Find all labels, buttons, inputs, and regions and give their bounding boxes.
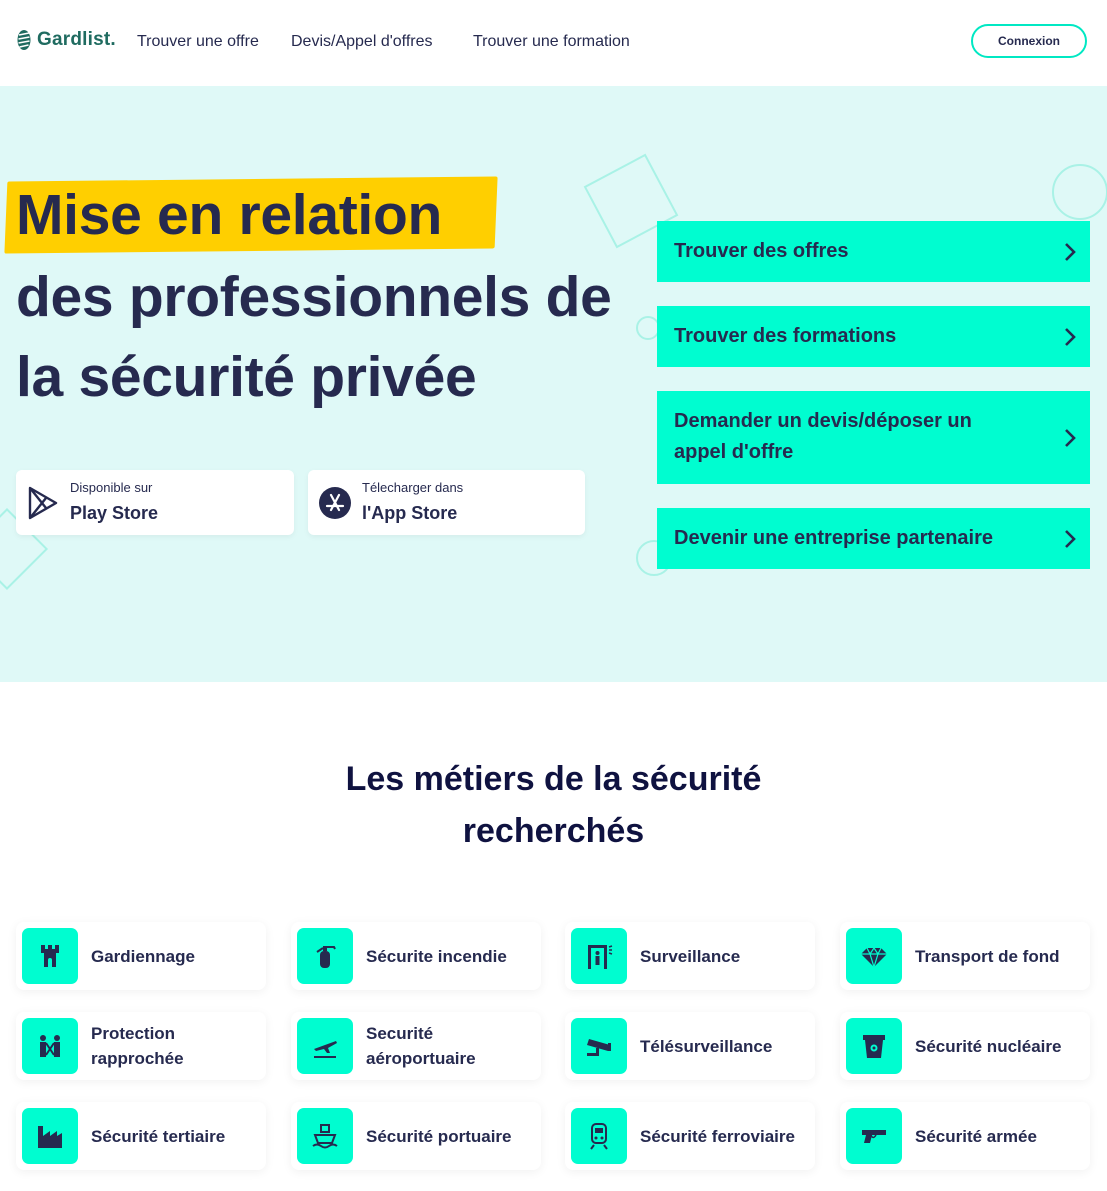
job-icon-box [571, 928, 627, 984]
job-label: Securité aéroportuaire [366, 1024, 476, 1068]
job-label: Sécurité portuaire [366, 1126, 512, 1146]
job-label: Sécurité tertiaire [91, 1126, 226, 1146]
job-label: Gardiennage [91, 946, 195, 966]
job-card-telesurveillance[interactable]: Télésurveillance [565, 1012, 815, 1080]
job-icon-box [22, 1108, 78, 1164]
pistol-icon [862, 1130, 886, 1143]
app-store-icon [319, 487, 351, 519]
train-icon [590, 1123, 608, 1150]
site-header: Gardlist. Trouver une offre Devis/Appel … [0, 0, 1107, 86]
section-title: Les métiers de la sécurité recherchés [0, 753, 1107, 857]
job-card-gardiennage[interactable]: Gardiennage [16, 922, 266, 990]
job-label: Protection rapprochée [91, 1024, 184, 1068]
nav-devis-appel-offres[interactable]: Devis/Appel d'offres [291, 33, 433, 51]
fire-extinguisher-icon [316, 946, 336, 968]
cta-trouver-formations[interactable]: Trouver des formations [657, 306, 1090, 367]
job-icon-box [846, 1108, 902, 1164]
app-store-label: l'App Store [362, 503, 458, 523]
chevron-right-icon [1065, 242, 1076, 261]
cta-label: Trouver des formations [674, 325, 897, 347]
cta-trouver-offres[interactable]: Trouver des offres [657, 221, 1090, 282]
job-label: Sécurité ferroviaire [640, 1126, 795, 1146]
job-card-securite-nucleaire[interactable]: Sécurité nucléaire [840, 1012, 1090, 1080]
nav-trouver-offre[interactable]: Trouver une offre [137, 33, 259, 51]
section-title-line1: Les métiers de la sécurité [345, 760, 762, 798]
job-label: Sécurite incendie [366, 946, 507, 966]
job-card-protection-rapprochee[interactable]: Protection rapprochée [16, 1012, 266, 1080]
brand-logo[interactable]: Gardlist. [16, 29, 116, 51]
cctv-camera-icon [587, 1039, 611, 1056]
ship-icon [312, 1124, 338, 1149]
security-gate-icon [588, 945, 613, 969]
chevron-right-icon [1065, 428, 1076, 447]
job-label: Transport de fond [915, 946, 1060, 966]
job-icon-box [22, 928, 78, 984]
job-icon-box [22, 1018, 78, 1074]
cta-label: Trouver des offres [674, 240, 849, 262]
bodyguard-icon [40, 1035, 60, 1057]
job-icon-box [571, 1108, 627, 1164]
play-store-icon [28, 486, 58, 520]
hero-title-line1: Mise en relation [16, 183, 442, 247]
leaf-logo-icon [17, 30, 31, 50]
app-store-small-text: Télecharger dans [362, 480, 464, 495]
nav-trouver-formation[interactable]: Trouver une formation [473, 33, 630, 51]
hero-section: Mise en relation des professionnels de l… [0, 86, 1107, 682]
job-card-transport-de-fond[interactable]: Transport de fond [840, 922, 1090, 990]
decor-circle-shape [1052, 164, 1107, 220]
login-button[interactable]: Connexion [971, 24, 1087, 58]
job-card-securite-tertiaire[interactable]: Sécurité tertiaire [16, 1102, 266, 1170]
job-icon-box [846, 928, 902, 984]
play-store-small-text: Disponible sur [70, 480, 153, 495]
job-icon-box [297, 1108, 353, 1164]
chevron-right-icon [1065, 529, 1076, 548]
job-card-surveillance[interactable]: Surveillance [565, 922, 815, 990]
cta-devenir-partenaire[interactable]: Devenir une entreprise partenaire [657, 508, 1090, 569]
chevron-right-icon [1065, 327, 1076, 346]
job-label: Surveillance [640, 946, 741, 966]
diamond-icon [861, 946, 887, 970]
job-card-securite-ferroviaire[interactable]: Sécurité ferroviaire [565, 1102, 815, 1170]
app-store-button[interactable]: Télecharger dans l'App Store [308, 470, 585, 535]
cta-demander-devis[interactable]: Demander un devis/déposer un appel d'off… [657, 391, 1090, 484]
section-title-line2: recherchés [462, 812, 645, 850]
job-icon-box [846, 1018, 902, 1074]
job-card-securite-portuaire[interactable]: Sécurité portuaire [291, 1102, 541, 1170]
airplane-icon [314, 1041, 337, 1058]
play-store-button[interactable]: Disponible sur Play Store [16, 470, 294, 535]
job-label: Sécurité armée [915, 1126, 1037, 1146]
job-icon-box [297, 1018, 353, 1074]
factory-icon [38, 1126, 62, 1148]
hero-title-line2: des professionnels de [16, 265, 612, 329]
job-card-securite-aeroportuaire[interactable]: Securité aéroportuaire [291, 1012, 541, 1080]
cta-label: Devenir une entreprise partenaire [674, 527, 994, 549]
job-icon-box [297, 928, 353, 984]
tower-icon [41, 945, 59, 967]
job-card-securite-incendie[interactable]: Sécurite incendie [291, 922, 541, 990]
job-icon-box [571, 1018, 627, 1074]
job-card-securite-armee[interactable]: Sécurité armée [840, 1102, 1090, 1170]
play-store-label: Play Store [70, 503, 159, 523]
job-label: Sécurité nucléaire [915, 1036, 1062, 1056]
cta-label: Demander un devis/déposer un appel d'off… [674, 410, 972, 463]
hero-title-line3: la sécurité privée [16, 345, 477, 409]
brand-name: Gardlist. [37, 29, 116, 50]
job-label: Télésurveillance [640, 1036, 773, 1056]
nuclear-plant-icon [863, 1035, 885, 1058]
